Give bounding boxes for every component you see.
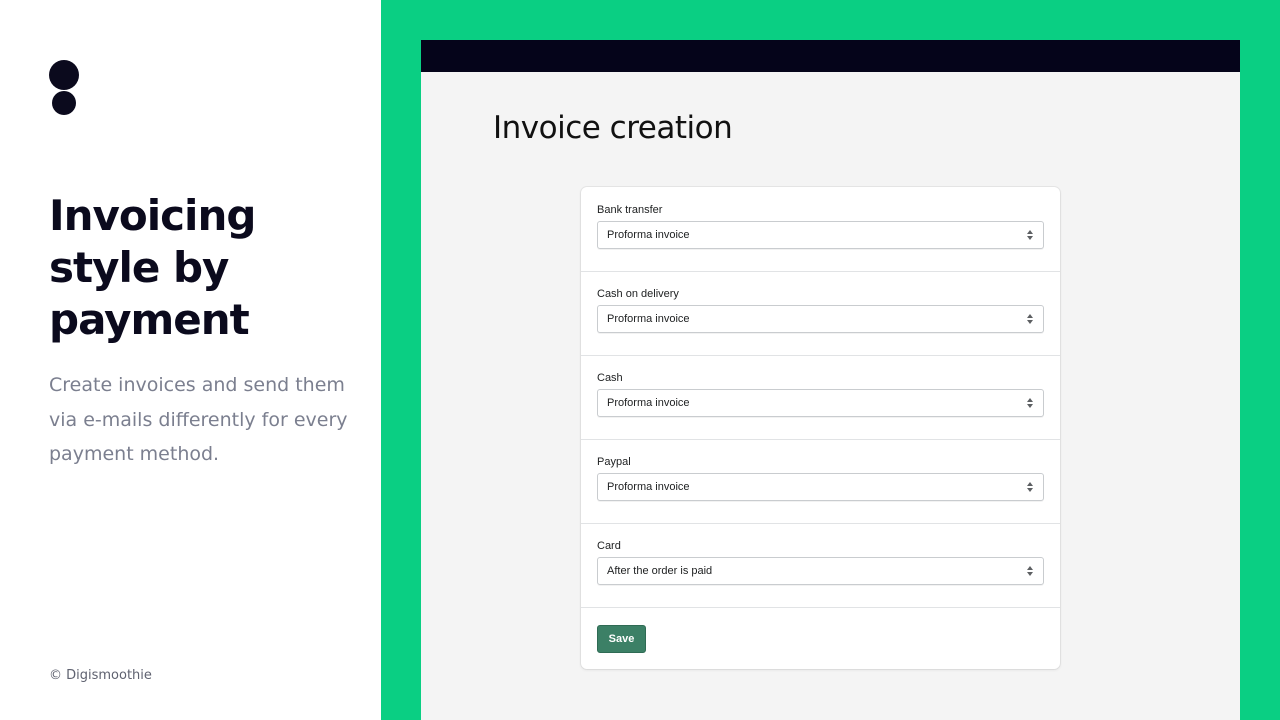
select-arrows-icon bbox=[1026, 229, 1034, 242]
save-button[interactable]: Save bbox=[597, 625, 646, 653]
invoice-type-select[interactable]: Proforma invoice bbox=[597, 473, 1044, 501]
payment-section-bank-transfer: Bank transfer Proforma invoice bbox=[581, 187, 1060, 272]
payment-section-cash-on-delivery: Cash on delivery Proforma invoice bbox=[581, 271, 1060, 356]
copyright-text: © Digismoothie bbox=[49, 668, 152, 683]
promo-headline: Invoicing style by payment bbox=[49, 191, 256, 344]
select-value: After the order is paid bbox=[607, 565, 713, 577]
select-arrows-icon bbox=[1026, 481, 1034, 494]
invoice-type-select[interactable]: Proforma invoice bbox=[597, 221, 1044, 249]
logo-dot-small bbox=[52, 91, 76, 115]
promo-subtitle: Create invoices and send them via e-mail… bbox=[49, 374, 348, 465]
promo-panel: Invoicing style by payment Create invoic… bbox=[0, 0, 381, 720]
app-top-bar bbox=[421, 40, 1240, 72]
screenshot-backdrop: Invoice creation Bank transfer Proforma … bbox=[381, 0, 1280, 720]
brand-logo bbox=[49, 60, 79, 116]
select-arrows-icon bbox=[1026, 565, 1034, 578]
app-window: Invoice creation Bank transfer Proforma … bbox=[421, 40, 1240, 720]
payment-section-paypal: Paypal Proforma invoice bbox=[581, 439, 1060, 524]
select-arrows-icon bbox=[1026, 313, 1034, 326]
logo-dot-large bbox=[49, 60, 79, 90]
select-value: Proforma invoice bbox=[607, 313, 690, 325]
invoice-type-select[interactable]: After the order is paid bbox=[597, 557, 1044, 585]
field-label: Card bbox=[597, 540, 621, 552]
select-value: Proforma invoice bbox=[607, 397, 690, 409]
payment-section-card: Card After the order is paid bbox=[581, 523, 1060, 608]
select-value: Proforma invoice bbox=[607, 229, 690, 241]
select-arrows-icon bbox=[1026, 397, 1034, 410]
payment-section-cash: Cash Proforma invoice bbox=[581, 355, 1060, 440]
field-label: Paypal bbox=[597, 456, 631, 468]
page-title: Invoice creation bbox=[493, 110, 733, 146]
invoice-type-select[interactable]: Proforma invoice bbox=[597, 389, 1044, 417]
field-label: Bank transfer bbox=[597, 204, 663, 216]
select-value: Proforma invoice bbox=[607, 481, 690, 493]
field-label: Cash on delivery bbox=[597, 288, 679, 300]
settings-card: Bank transfer Proforma invoice Cash on d… bbox=[581, 187, 1060, 669]
field-label: Cash bbox=[597, 372, 623, 384]
invoice-type-select[interactable]: Proforma invoice bbox=[597, 305, 1044, 333]
